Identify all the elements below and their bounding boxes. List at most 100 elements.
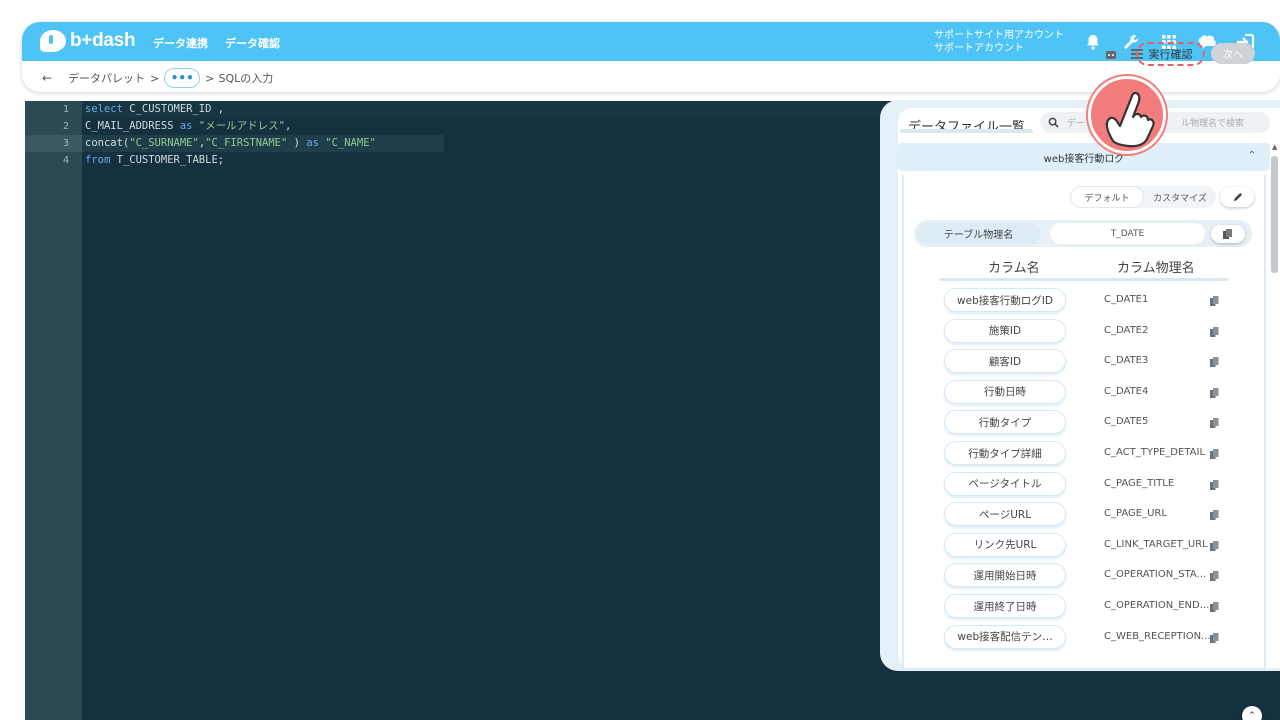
code-text: , <box>284 120 292 132</box>
table-name-value: T_DATE <box>1050 223 1205 244</box>
breadcrumb: ← データパレット > ••• > SQLの入力 <box>42 66 273 90</box>
breadcrumb-data-palette[interactable]: データパレット <box>68 70 145 86</box>
table-name-label: テーブル物理名 <box>917 223 1040 244</box>
column-physical-name: C_DATE4 <box>1104 385 1149 397</box>
execute-check-button[interactable]: 実行確認 <box>1136 42 1205 66</box>
scroll-top-button[interactable]: ⌃ <box>1242 706 1262 720</box>
breadcrumb-separator: > <box>150 71 160 85</box>
line-number: 4 <box>62 155 69 166</box>
code-line-4: from T_CUSTOMER_TABLE; <box>85 152 224 169</box>
logo[interactable]: b+dash <box>40 30 136 52</box>
pencil-icon <box>1233 192 1242 201</box>
column-name-chip[interactable]: 施策ID <box>944 318 1066 343</box>
code-text: C_MAIL_ADDRESS <box>85 120 180 132</box>
column-name-chip[interactable]: ページタイトル <box>944 471 1066 496</box>
robot-icon[interactable] <box>1104 47 1118 61</box>
copy-icon[interactable] <box>1210 632 1219 643</box>
column-physical-name: C_OPERATION_STA... <box>1104 569 1207 581</box>
column-physical-name: C_ACT_TYPE_DETAIL <box>1104 447 1206 458</box>
code-line-3: concat("C_SURNAME","C_FIRSTNAME" ) as "C… <box>85 135 376 152</box>
edit-button[interactable] <box>1220 187 1254 207</box>
column-header-underline <box>940 278 1228 281</box>
column-name-chip[interactable]: web接客行動ログID <box>944 288 1066 312</box>
account-name: サポートサイト用アカウント <box>934 30 1064 41</box>
panel-scrollbar[interactable] <box>1271 156 1278 273</box>
accordion-header[interactable]: web接客行動ログ ⌃ <box>898 143 1270 171</box>
column-name-chip[interactable]: 行動タイプ詳細 <box>944 441 1066 465</box>
breadcrumb-more-button[interactable]: ••• <box>164 68 201 88</box>
logo-text: b+dash <box>70 30 136 51</box>
column-physical-name: C_OPERATION_END... <box>1104 600 1210 611</box>
toggle-customize[interactable]: カスタマイズ <box>1144 186 1216 208</box>
copy-icon[interactable] <box>1210 479 1219 490</box>
column-physical-name: C_PAGE_TITLE <box>1104 477 1175 489</box>
back-arrow-icon[interactable]: ← <box>42 71 52 85</box>
column-physical-name: C_DATE2 <box>1104 324 1149 336</box>
copy-icon[interactable] <box>1210 571 1219 582</box>
next-button[interactable]: 次へ <box>1211 43 1255 64</box>
code-text: C_CUSTOMER_ID , <box>122 103 225 115</box>
nav-data-integration[interactable]: データ連携 <box>153 35 208 51</box>
column-physical-name: C_DATE5 <box>1104 416 1149 428</box>
column-name-chip[interactable]: 運用開始日時 <box>944 563 1066 588</box>
copy-icon[interactable] <box>1210 357 1219 368</box>
column-physical-name: C_DATE3 <box>1104 355 1149 367</box>
column-physical-name: C_WEB_RECEPTION... <box>1104 630 1211 642</box>
keyword: as <box>306 137 319 149</box>
code-text: T_CUSTOMER_TABLE; <box>110 154 225 166</box>
copy-icon[interactable] <box>1210 387 1219 398</box>
bell-icon[interactable] <box>1082 31 1104 53</box>
copy-icon[interactable] <box>1210 326 1219 337</box>
copy-table-name-button[interactable] <box>1211 225 1245 243</box>
account-info[interactable]: サポートサイト用アカウント サポートアカウント <box>934 29 1064 55</box>
column-physical-name: C_LINK_TARGET_URL <box>1104 538 1208 550</box>
header: b+dash データ連携 データ確認 サポートサイト用アカウント サポートアカウ… <box>22 22 1280 61</box>
copy-icon <box>1223 228 1232 239</box>
column-name-chip[interactable]: web接客配信テン… <box>944 624 1066 649</box>
search-placeholder-right: ル物理名で検索 <box>1181 119 1245 129</box>
copy-icon[interactable] <box>1210 418 1219 429</box>
column-physical-name: C_DATE1 <box>1104 294 1149 305</box>
code-line-2: C_MAIL_ADDRESS as "メールアドレス", <box>85 118 291 135</box>
logo-icon <box>40 30 66 52</box>
line-number: 3 <box>25 135 82 152</box>
click-pointer-overlay <box>1088 76 1166 154</box>
code-text: ) <box>287 137 307 149</box>
code-line-1: select C_CUSTOMER_ID , <box>85 101 224 118</box>
line-number-gutter: 1 2 3 4 <box>25 101 82 720</box>
column-header-name: カラム名 <box>988 261 1040 276</box>
column-name-chip[interactable]: 行動タイプ <box>944 410 1066 435</box>
account-user: サポートアカウント <box>934 43 1024 54</box>
line-number: 2 <box>62 121 69 132</box>
keyword: from <box>85 154 111 166</box>
string-literal: "メールアドレス" <box>192 120 285 132</box>
hand-pointer-icon <box>1105 91 1155 148</box>
column-name-chip[interactable]: ページURL <box>944 502 1066 527</box>
keyword: as <box>179 120 193 132</box>
column-name-chip[interactable]: 行動日時 <box>944 379 1066 404</box>
column-name-chip[interactable]: リンク先URL <box>944 532 1066 557</box>
breadcrumb-separator: > <box>205 71 215 85</box>
chevron-up-icon[interactable]: ⌃ <box>1248 150 1256 161</box>
copy-icon[interactable] <box>1210 540 1219 551</box>
breadcrumb-sql-input: SQLの入力 <box>218 72 274 85</box>
line-number: 1 <box>62 104 69 115</box>
search-placeholder-left: デー <box>1067 119 1086 129</box>
keyword: select <box>85 103 123 115</box>
code-text: concat( <box>85 137 130 149</box>
string-literal: "C_SURNAME" <box>129 137 199 149</box>
panel-title-underline <box>900 129 1033 133</box>
copy-icon[interactable] <box>1210 296 1219 306</box>
copy-icon[interactable] <box>1210 602 1219 612</box>
column-name-chip[interactable]: 運用終了日時 <box>944 594 1066 618</box>
copy-icon[interactable] <box>1210 510 1219 521</box>
scroll-up-arrow-icon[interactable]: ▲ <box>1272 143 1277 151</box>
copy-icon[interactable] <box>1210 449 1219 459</box>
string-literal: "C_NAME" <box>318 137 376 149</box>
column-physical-name: C_PAGE_URL <box>1104 508 1167 520</box>
nav-data-check[interactable]: データ確認 <box>225 35 280 51</box>
view-mode-toggle[interactable]: デフォルト カスタマイズ <box>1070 186 1216 208</box>
column-name-chip[interactable]: 顧客ID <box>944 349 1066 374</box>
string-literal: "C_FIRSTNAME" <box>205 137 288 149</box>
toggle-default[interactable]: デフォルト <box>1070 186 1144 208</box>
